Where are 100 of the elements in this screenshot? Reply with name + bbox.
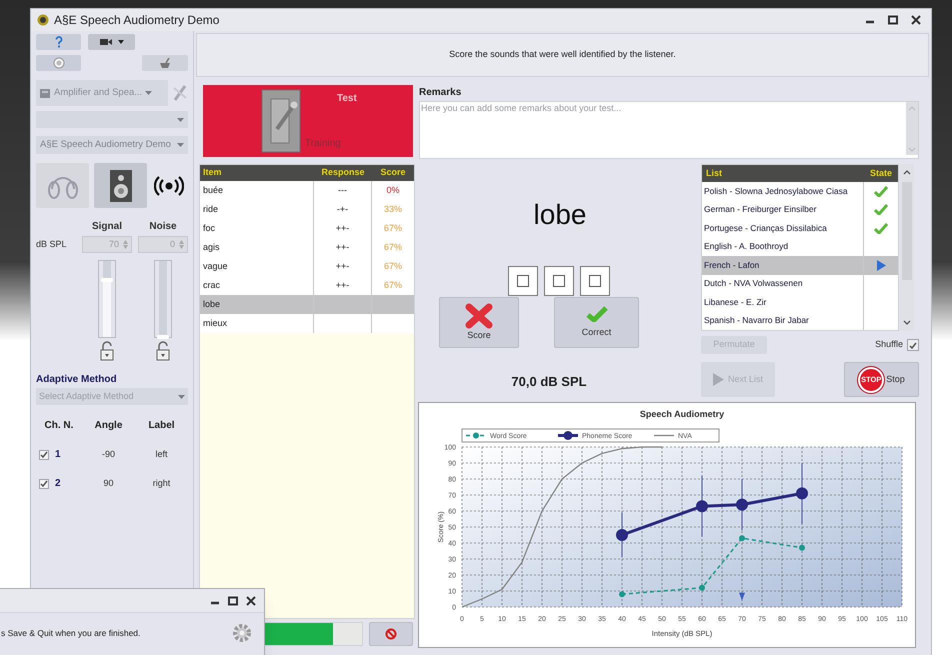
current-word: lobe	[534, 198, 586, 232]
dropdown-text: Amplifier and Spea...	[54, 86, 142, 100]
data-point	[739, 535, 745, 542]
check-icon	[40, 480, 48, 487]
shuffle-label: Shuffle	[875, 338, 903, 352]
column-header: Ch. N.	[44, 419, 74, 433]
score-cell-text: 67%	[382, 260, 403, 273]
data-point	[736, 498, 748, 511]
checkbox[interactable]	[39, 450, 49, 460]
close-icon[interactable]	[246, 596, 256, 606]
table-row[interactable]: foc ++- 67%	[200, 219, 414, 238]
spinner-icon	[123, 240, 128, 249]
maximize-icon[interactable]	[888, 15, 898, 25]
table-row[interactable]: vague ++- 67%	[200, 257, 414, 276]
legend-key	[466, 432, 486, 438]
table-row[interactable]: ride -+- 33%	[200, 200, 414, 219]
data-point	[619, 591, 625, 598]
dropdown-text: A§E Speech Audiometry Demo	[40, 138, 171, 152]
list-row[interactable]: French - Lafon	[702, 256, 898, 274]
check-icon	[40, 451, 48, 458]
table-row[interactable]: lobe	[200, 295, 414, 314]
cancel-button[interactable]	[369, 622, 413, 646]
scrollbar	[906, 102, 918, 155]
caret-icon	[177, 143, 184, 147]
checkbox[interactable]	[39, 478, 49, 488]
table-row[interactable]: crac ++- 67%	[200, 276, 414, 295]
slider-thumb[interactable]	[101, 278, 113, 282]
arrow-marker	[739, 592, 745, 601]
score-cell-text: 0%	[385, 184, 400, 197]
caret-icon	[145, 91, 152, 95]
slider-thumb[interactable]	[157, 335, 169, 339]
score-cell-text: 67%	[382, 278, 403, 292]
phoneme-button[interactable]	[580, 266, 610, 296]
score-button[interactable]: Score	[439, 297, 519, 348]
column-header: Score	[379, 166, 406, 180]
shuffle-checkbox[interactable]	[907, 339, 919, 351]
data-point	[796, 487, 808, 500]
app-logo-icon	[37, 14, 49, 26]
section-label: Adaptive Method	[36, 373, 118, 387]
column-header: List	[705, 166, 724, 180]
instruction-text: Score the sounds that were well identified by the listener.	[449, 48, 676, 62]
item-cell: mieux	[200, 314, 314, 333]
tools-button[interactable]	[142, 55, 188, 71]
bowl-icon	[159, 58, 171, 68]
checkbox[interactable]	[516, 275, 528, 287]
checkbox[interactable]	[588, 275, 600, 287]
data-point	[699, 584, 705, 591]
phoneme-button[interactable]	[508, 266, 538, 296]
checkbox[interactable]	[552, 275, 564, 287]
data-point	[616, 529, 628, 541]
score-cell-text: 67%	[382, 240, 403, 254]
knob-icon	[52, 57, 64, 69]
intensity-readout: 70,0 dB SPL	[511, 373, 587, 391]
lock-icon[interactable]	[99, 341, 115, 361]
remarks-label: Remarks	[419, 86, 462, 100]
correct-button[interactable]: Correct	[554, 297, 639, 348]
lever-switch-icon	[261, 89, 301, 153]
camera-icon	[100, 38, 112, 46]
table-row[interactable]: buée --- 0%	[200, 181, 414, 200]
column-header: State	[868, 166, 893, 180]
caret-icon	[177, 118, 184, 122]
lock-icon[interactable]	[155, 341, 171, 361]
camera-dropdown[interactable]	[88, 34, 135, 50]
help-icon	[54, 36, 62, 48]
plug-icon	[172, 84, 188, 102]
channel-number: 1	[55, 448, 61, 462]
column-header: Item	[202, 166, 223, 180]
check-icon	[586, 306, 608, 322]
help-button[interactable]	[36, 34, 81, 50]
level-label: Noise	[148, 220, 178, 234]
broadcast-icon	[154, 174, 184, 196]
score-cell-text: 33%	[382, 202, 403, 216]
phoneme-button[interactable]	[544, 266, 574, 296]
spinner-icon	[179, 240, 184, 249]
column-header: Angle	[94, 419, 124, 433]
label-cell-text: left	[154, 448, 168, 461]
list-name: Spanish - Navarro Bir Jabar	[702, 312, 864, 330]
data-point	[696, 500, 708, 512]
caret-icon	[178, 394, 185, 398]
score-cell-text: 67%	[382, 222, 403, 235]
window-title: A§E Speech Audiometry Demo	[54, 12, 220, 29]
device-icon	[39, 87, 51, 99]
column-header: Label	[147, 419, 176, 433]
table-row[interactable]: agis ++- 67%	[200, 238, 414, 257]
close-icon[interactable]	[911, 15, 921, 25]
list-row[interactable]: Dutch - NVA Volwassenen	[702, 274, 898, 293]
maximize-icon[interactable]	[228, 596, 238, 606]
speaker-button[interactable]	[94, 163, 147, 208]
reset-button[interactable]	[36, 55, 81, 71]
level-label: Signal	[90, 220, 123, 234]
dialog-message: s Save & Quit when you are finished.	[1, 626, 140, 640]
unit-label: dB SPL	[36, 238, 68, 251]
check-icon	[909, 342, 917, 348]
angle-cell-text: 90	[102, 476, 114, 490]
channel-number: 2	[55, 477, 61, 491]
table-row[interactable]: mieux	[200, 314, 414, 333]
legend-key	[558, 431, 578, 440]
play-icon	[712, 373, 724, 386]
caret-icon	[118, 40, 124, 44]
angle-cell-text: -90	[100, 448, 116, 461]
